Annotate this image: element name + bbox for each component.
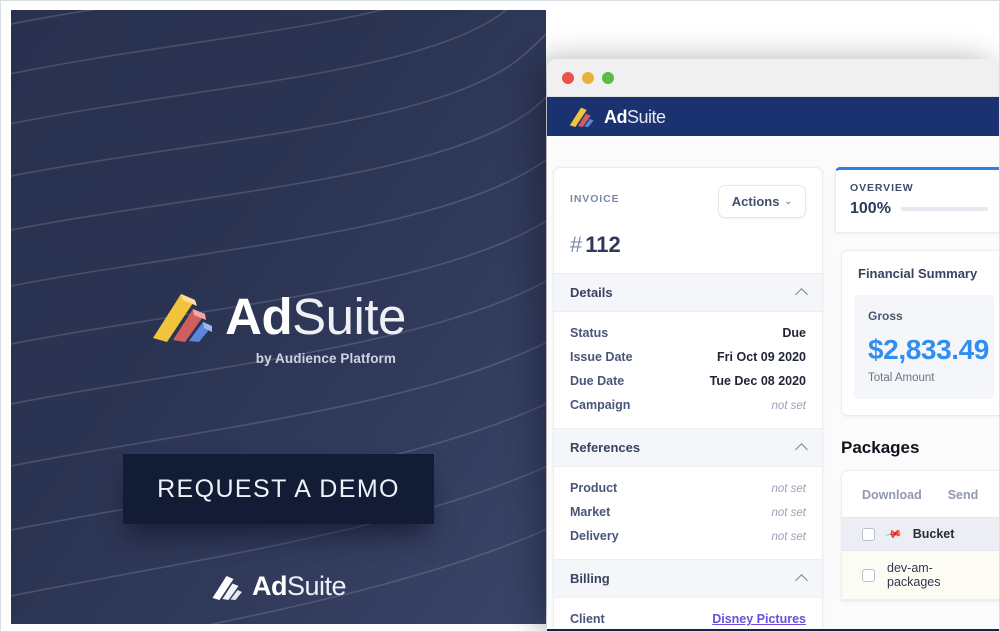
close-dot-icon[interactable] — [562, 71, 574, 84]
reference-row-product: Product not set — [570, 476, 806, 500]
row-key: Campaign — [570, 398, 631, 412]
page-root: AdSuite by Audience Platform REQUEST A D… — [0, 0, 1000, 632]
hero-content: AdSuite by Audience Platform REQUEST A D… — [11, 10, 546, 624]
row-value: not set — [771, 400, 806, 412]
column-header-bucket: Bucket — [912, 527, 955, 541]
row-key: Client — [570, 612, 605, 626]
financial-summary-card: Financial Summary Gross $2,833.49 Total … — [841, 250, 999, 416]
invoice-eyebrow-label: INVOICE — [570, 193, 620, 205]
row-checkbox[interactable] — [862, 568, 875, 582]
brand-tagline: by Audience Platform — [255, 351, 396, 366]
overview-progress-bar — [900, 207, 988, 211]
bucket-name-cell: dev-am-packages — [887, 561, 941, 589]
request-demo-button[interactable]: REQUEST A DEMO — [123, 454, 434, 524]
packages-title: Packages — [841, 438, 920, 457]
footer-name-bold: Ad — [251, 571, 288, 601]
footer-wordmark: AdSuite — [251, 571, 347, 601]
gross-sublabel: Total Amount — [868, 372, 935, 384]
brand-name-bold: Ad — [225, 287, 293, 345]
gross-label: Gross — [868, 309, 903, 323]
hero-panel: AdSuite by Audience Platform REQUEST A D… — [11, 10, 546, 624]
detail-row-campaign: Campaign not set — [570, 393, 806, 417]
download-action[interactable]: Download — [862, 488, 922, 502]
packages-table-header: 📌 Bucket — [842, 517, 999, 551]
browser-title-bar — [547, 59, 999, 97]
row-key: Status — [570, 326, 609, 340]
chevron-up-icon — [795, 287, 808, 301]
row-key: Delivery — [570, 529, 619, 543]
overview-percent: 100% — [850, 200, 891, 217]
navbar-name-bold: Ad — [604, 106, 628, 127]
client-link[interactable]: Disney Pictures — [712, 612, 806, 626]
row-value: Tue Dec 08 2020 — [709, 374, 806, 388]
financial-summary-title: Financial Summary — [858, 266, 978, 281]
minimize-dot-icon[interactable] — [582, 71, 594, 84]
maximize-dot-icon[interactable] — [602, 71, 614, 84]
gross-value: $2,833.49 — [868, 334, 989, 365]
packages-toolbar: Download Send — [842, 471, 999, 517]
reference-row-market: Market not set — [570, 500, 806, 524]
brand-name-light: Suite — [292, 287, 406, 345]
section-rows-details: Status Due Issue Date Fri Oct 09 2020 Du… — [554, 312, 822, 428]
row-value: not set — [771, 507, 806, 519]
section-title-billing: Billing — [570, 571, 610, 586]
invoice-card-header: INVOICE Actions ⌄ — [554, 168, 822, 218]
browser-window: AdSuite INVOICE Actions ⌄ #112 Details S… — [547, 59, 999, 631]
section-header-billing[interactable]: Billing — [554, 559, 822, 598]
right-column: OVERVIEW 100% Financial Summary Gross $2… — [835, 167, 999, 631]
chevron-up-icon — [795, 442, 808, 456]
section-rows-references: Product not set Market not set Delivery … — [554, 467, 822, 559]
detail-row-due-date: Due Date Tue Dec 08 2020 — [570, 369, 806, 393]
invoice-number: #112 — [554, 218, 822, 273]
hero-footer-logo: AdSuite — [11, 573, 546, 600]
invoice-number-hash: # — [570, 232, 583, 257]
select-all-checkbox[interactable] — [862, 527, 875, 541]
app-navbar: AdSuite — [547, 97, 999, 136]
cta-wrapper: REQUEST A DEMO — [11, 454, 546, 524]
row-key: Market — [570, 505, 611, 519]
footer-name-light: Suite — [286, 571, 347, 601]
invoice-card: INVOICE Actions ⌄ #112 Details Status Du… — [553, 167, 823, 631]
logo-row: AdSuite — [151, 290, 406, 342]
send-action[interactable]: Send — [948, 488, 979, 502]
section-rows-billing: Client Disney Pictures Affidavit not set… — [554, 598, 822, 631]
row-key: Issue Date — [570, 350, 633, 364]
chevron-up-icon — [795, 573, 808, 587]
actions-button[interactable]: Actions ⌄ — [717, 185, 806, 218]
row-key: Due Date — [570, 374, 625, 388]
billing-row-client: Client Disney Pictures — [570, 607, 806, 631]
section-title-details: Details — [570, 285, 613, 300]
section-header-details[interactable]: Details — [554, 273, 822, 312]
row-value: not set — [771, 483, 806, 495]
invoice-number-value: 112 — [585, 232, 621, 257]
row-key: Product — [570, 481, 618, 495]
chevron-down-icon: ⌄ — [784, 196, 792, 206]
navbar-name-light: Suite — [627, 106, 666, 127]
section-title-references: References — [570, 440, 641, 455]
overview-card: OVERVIEW 100% — [835, 167, 999, 233]
gross-metric-tile: Gross $2,833.49 Total Amount — [854, 295, 994, 399]
adsuite-logo-mark-icon — [153, 294, 213, 342]
adsuite-logo-mark-mono-icon — [212, 575, 242, 600]
overview-eyebrow-label: OVERVIEW — [850, 182, 914, 194]
navbar-adsuite-logo-icon[interactable] — [569, 106, 594, 127]
pin-icon[interactable]: 📌 — [885, 525, 904, 544]
packages-card: Download Send 📌 Bucket dev-am-packages — [841, 470, 999, 601]
table-row[interactable]: dev-am-packages — [842, 551, 999, 600]
section-header-references[interactable]: References — [554, 428, 822, 467]
row-value: Fri Oct 09 2020 — [717, 350, 806, 364]
row-value: not set — [771, 531, 806, 543]
navbar-wordmark: AdSuite — [604, 108, 666, 126]
app-body: INVOICE Actions ⌄ #112 Details Status Du… — [547, 137, 999, 631]
detail-row-issue-date: Issue Date Fri Oct 09 2020 — [570, 345, 806, 369]
actions-button-label: Actions — [731, 194, 780, 209]
detail-row-status: Status Due — [570, 321, 806, 345]
overview-progress-row: 100% — [850, 200, 988, 218]
hero-logo-lockup: AdSuite by Audience Platform — [11, 290, 546, 366]
reference-row-delivery: Delivery not set — [570, 524, 806, 548]
row-value: Due — [782, 326, 806, 340]
brand-wordmark: AdSuite — [225, 291, 406, 342]
